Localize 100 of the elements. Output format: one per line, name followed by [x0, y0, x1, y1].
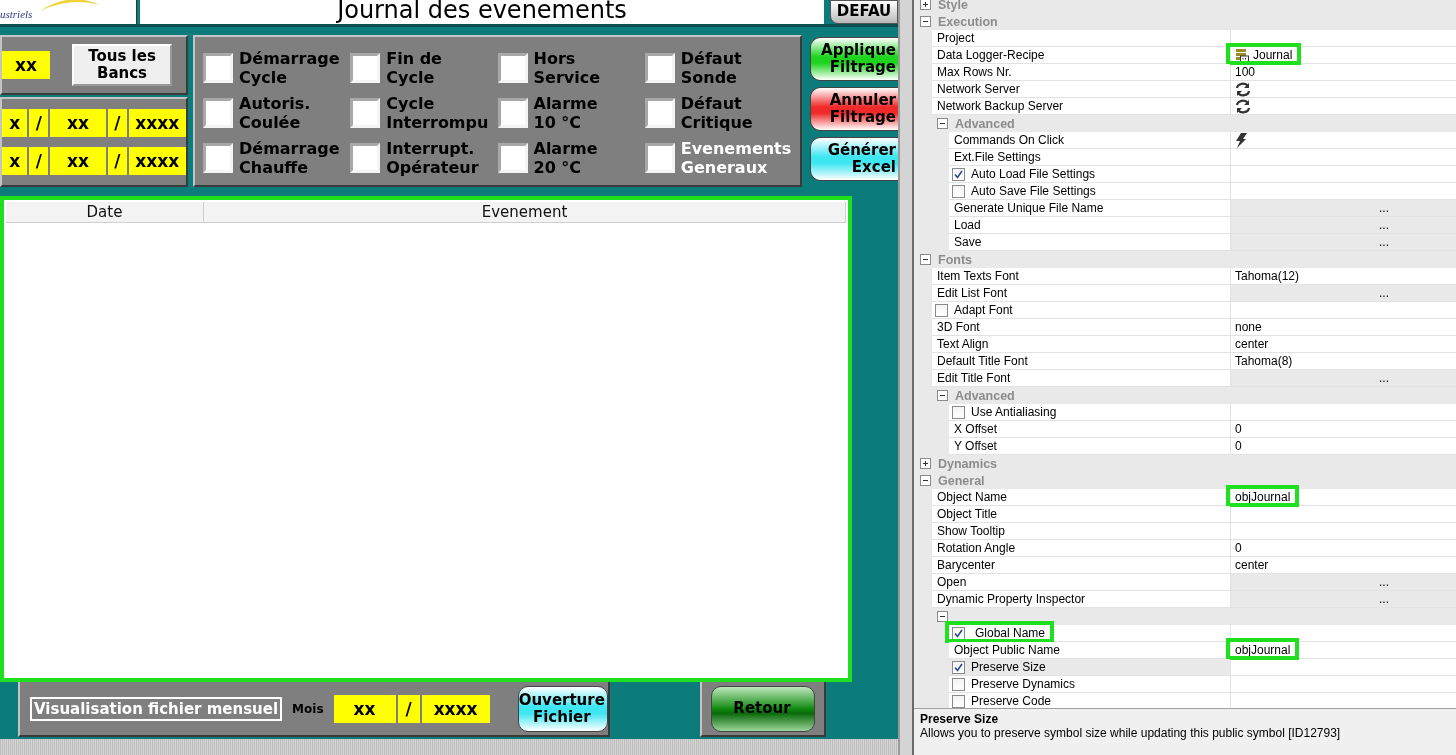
filter-checkbox[interactable] — [350, 52, 381, 83]
property-label: Max Rows Nr. — [937, 65, 1012, 79]
expander-icon[interactable] — [920, 0, 931, 10]
date-separator: / — [29, 147, 49, 175]
property-value: center — [1235, 337, 1269, 351]
refresh-icon — [1235, 81, 1251, 97]
date-field[interactable]: xx — [333, 694, 396, 723]
column-header[interactable]: Date — [6, 202, 204, 222]
property-label: Rotation Angle — [937, 541, 1016, 555]
property-label: Network Backup Server — [937, 99, 1064, 113]
property-label: Item Texts Font — [937, 269, 1019, 283]
property-label: Object Name — [937, 490, 1008, 504]
property-label: Edit Title Font — [937, 371, 1011, 385]
property-label: X Offset — [954, 422, 998, 436]
action-button[interactable]: Annuler Filtrage — [810, 87, 898, 131]
checkbox[interactable] — [952, 405, 965, 419]
property-value: objJournal — [1235, 490, 1291, 504]
property-label: Y Offset — [954, 439, 997, 453]
category-label: Advanced — [955, 116, 1015, 131]
filter-checkbox[interactable] — [497, 143, 528, 174]
property-value: 100 — [1235, 65, 1256, 79]
filter-checkbox[interactable] — [203, 98, 233, 128]
category-label: Dynamics — [938, 456, 998, 471]
column-header[interactable]: Evenement — [204, 202, 846, 222]
property-value: Tahoma(12) — [1235, 269, 1300, 283]
filter-label: Alarme 20 °C — [533, 139, 598, 178]
property-label: Preserve Code — [971, 694, 1052, 708]
ellipsis-button[interactable]: ... — [1230, 285, 1456, 302]
ellipsis-button[interactable]: ... — [1230, 574, 1456, 591]
expander-icon[interactable] — [920, 458, 931, 469]
open-file-button[interactable]: Ouverture Fichier — [517, 685, 608, 732]
expander-icon[interactable] — [937, 118, 948, 129]
ellipsis-button[interactable]: ... — [1230, 217, 1456, 234]
filter-checkbox[interactable] — [350, 98, 381, 128]
property-value: none — [1235, 320, 1262, 334]
property-label: Default Title Font — [937, 354, 1028, 368]
checkbox[interactable] — [952, 184, 965, 198]
property-value: 0 — [1235, 422, 1242, 436]
filter-checkbox[interactable] — [203, 143, 233, 174]
expander-icon[interactable] — [920, 16, 931, 27]
date-field[interactable]: x — [2, 147, 28, 175]
splitter[interactable] — [898, 0, 914, 755]
date-field[interactable]: xxxx — [128, 147, 186, 175]
expander-icon[interactable] — [920, 254, 931, 265]
filter-label: Autoris. Coulée — [239, 94, 311, 132]
filter-checkbox[interactable] — [497, 98, 528, 128]
date-field[interactable]: xx — [50, 109, 106, 137]
checkbox[interactable] — [952, 167, 965, 181]
date-field[interactable]: xxxx — [128, 109, 186, 137]
checkbox[interactable] — [952, 626, 965, 640]
ellipsis-button[interactable]: ... — [1230, 200, 1456, 217]
filter-checkbox[interactable] — [644, 143, 675, 174]
property-label: Load — [954, 218, 981, 232]
filter-label: Interrupt. Opérateur — [386, 139, 479, 178]
property-label: Barycenter — [937, 558, 996, 572]
lightning-icon — [1235, 132, 1247, 148]
expander-icon[interactable] — [937, 390, 948, 401]
filter-label: Hors Service — [533, 48, 600, 87]
ellipsis-button[interactable]: ... — [1230, 591, 1456, 608]
filter-checkbox[interactable] — [644, 98, 675, 128]
ellipsis-button[interactable]: ... — [1230, 234, 1456, 251]
property-label: Auto Load File Settings — [971, 167, 1096, 181]
date-field[interactable]: xxxx — [421, 694, 490, 723]
property-label: Adapt Font — [954, 303, 1013, 317]
checkbox[interactable] — [952, 694, 965, 708]
filter-checkbox[interactable] — [497, 52, 528, 83]
back-button[interactable]: Retour — [711, 685, 815, 732]
expander-icon[interactable] — [937, 611, 948, 622]
filter-label: Evenements Generaux — [680, 139, 792, 178]
filter-checkbox[interactable] — [203, 52, 233, 83]
filter-label: Défaut Sonde — [680, 48, 742, 87]
refresh-icon — [1235, 98, 1251, 114]
filter-checkbox[interactable] — [350, 143, 381, 174]
swoosh-icon — [40, 0, 100, 11]
filter-checkbox[interactable] — [644, 52, 675, 83]
default-button[interactable]: DEFAU — [830, 0, 898, 24]
property-label: Auto Save File Settings — [971, 184, 1096, 198]
bench-field[interactable]: xx — [2, 51, 50, 79]
checkbox[interactable] — [952, 660, 965, 674]
checkbox[interactable] — [935, 303, 948, 317]
property-label: Preserve Dynamics — [971, 677, 1076, 691]
filter-label: Défaut Critique — [680, 94, 753, 132]
action-button[interactable]: Générer Excel — [810, 137, 898, 181]
window-title: Journal des evenements — [140, 0, 824, 24]
action-button[interactable]: Applique Filtrage — [810, 37, 898, 81]
property-label: Save — [954, 235, 982, 249]
logo-text: ustriels — [0, 8, 33, 22]
all-benches-button[interactable]: Tous les Bancs — [72, 44, 172, 86]
category-label: General — [938, 473, 985, 488]
ellipsis-button[interactable]: ... — [1230, 370, 1456, 387]
property-label: Text Align — [937, 337, 989, 351]
date-field[interactable]: x — [2, 109, 28, 137]
property-label: Global Name — [975, 626, 1046, 640]
property-label: Open — [937, 575, 967, 589]
date-separator: / — [397, 694, 420, 723]
expander-icon[interactable] — [920, 475, 931, 486]
date-separator: / — [107, 147, 127, 175]
date-field[interactable]: xx — [50, 147, 106, 175]
filter-label: Démarrage Chauffe — [239, 139, 340, 178]
checkbox[interactable] — [952, 677, 965, 691]
